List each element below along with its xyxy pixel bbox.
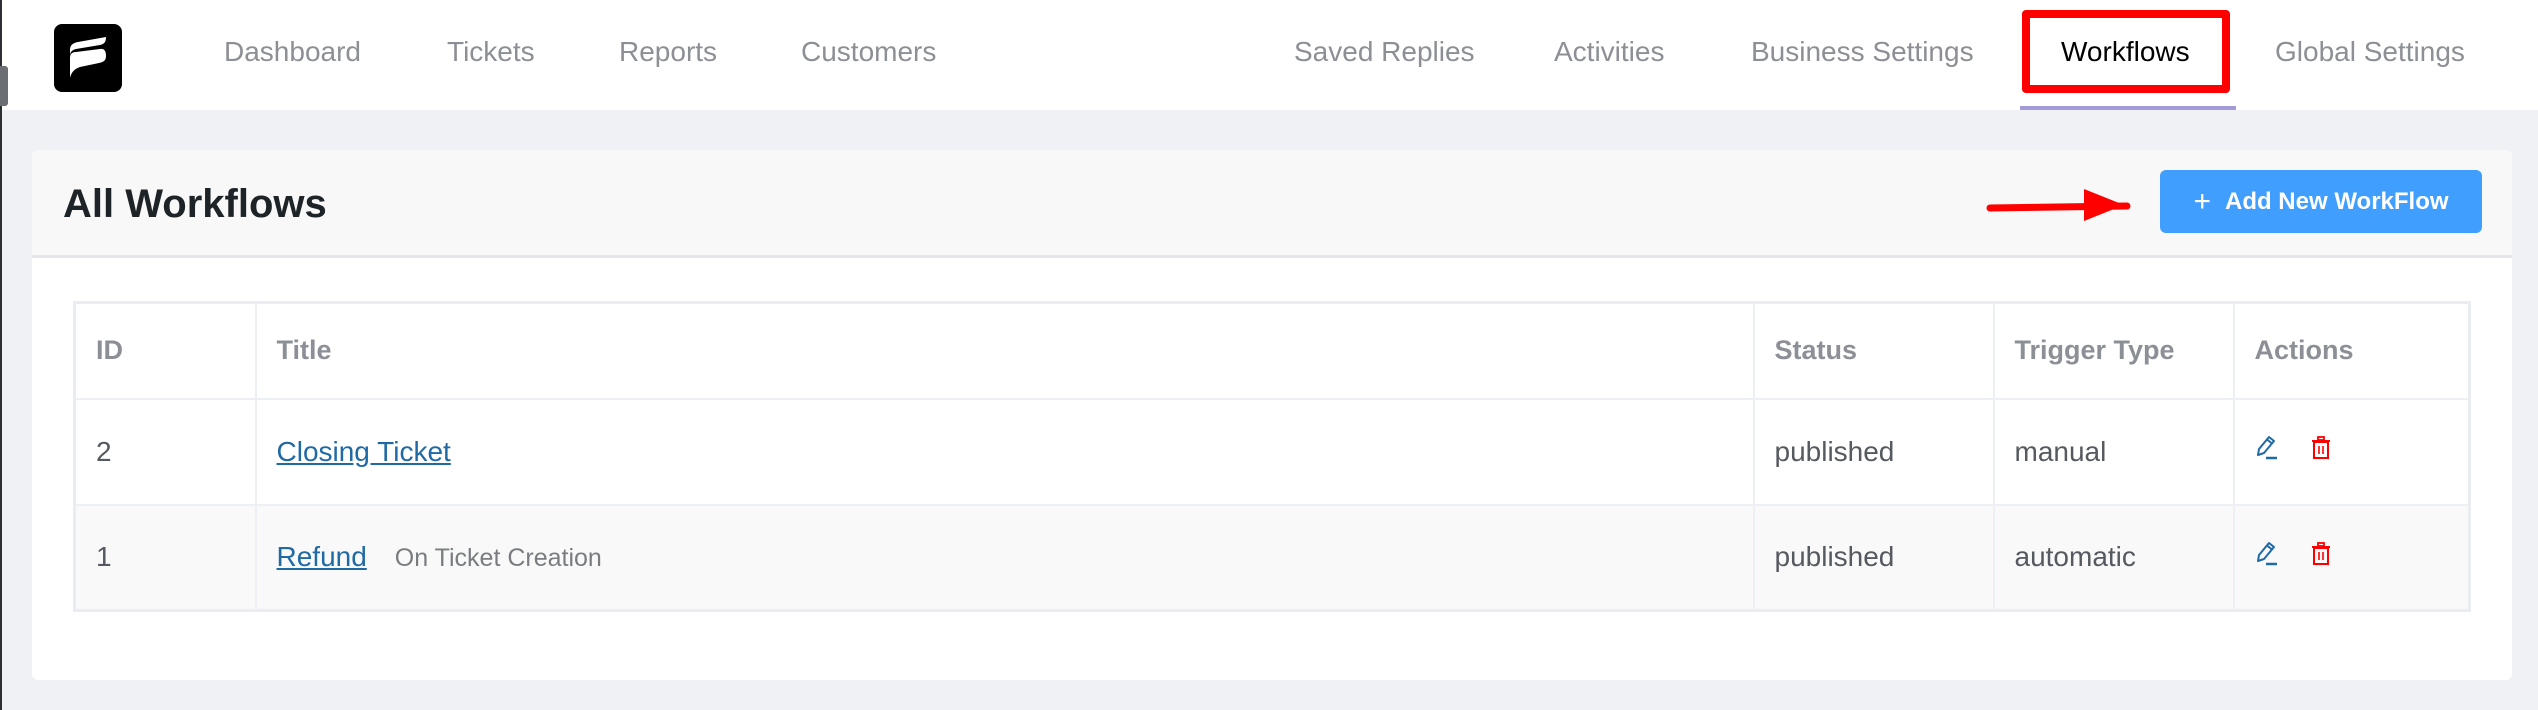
delete-icon [2311,436,2330,459]
logo-icon [70,37,106,78]
nav-customers[interactable]: Customers [801,30,936,74]
add-new-workflow-button[interactable]: + Add New WorkFlow [2160,170,2482,233]
cell-id: 1 [73,503,257,612]
cell-actions [2232,397,2471,506]
workflows-card: All Workflows + Add New WorkFlow ID Titl… [32,150,2512,680]
nav-workflows[interactable]: Workflows [2061,30,2190,74]
nav-activities[interactable]: Activities [1554,30,1664,74]
annotation-arrow-icon [1986,189,2131,221]
workflows-table: ID Title Status Trigger Type Actions 2 C… [73,301,2471,612]
card-header: All Workflows + Add New WorkFlow [32,150,2512,258]
add-new-workflow-label: Add New WorkFlow [2224,187,2449,215]
cell-title: Refund On Ticket Creation [254,503,1755,612]
delete-icon [2311,541,2330,565]
nav-dashboard[interactable]: Dashboard [224,30,361,74]
nav-tickets[interactable]: Tickets [447,30,535,74]
column-header-status: Status [1752,301,1995,400]
cell-trigger-type: manual [1992,397,2235,506]
nav-reports[interactable]: Reports [619,30,717,74]
column-header-title: Title [254,301,1755,400]
nav-business-settings[interactable]: Business Settings [1751,30,1974,74]
edit-button[interactable] [2255,541,2279,567]
active-tab-indicator [2020,106,2236,110]
workflow-title-link[interactable]: Closing Ticket [277,436,451,467]
delete-button[interactable] [2311,541,2331,566]
workflow-trigger-description: On Ticket Creation [394,544,602,573]
cell-trigger-type: automatic [1992,503,2235,612]
window-edge [0,0,2,710]
cell-title: Closing Ticket [254,397,1755,506]
workflow-title-link[interactable]: Refund [277,541,367,572]
table-row: 2 Closing Ticket published manual [73,397,2471,506]
cell-status: published [1752,503,1995,612]
sidebar-toggle-handle[interactable] [0,66,8,106]
app-logo[interactable] [54,24,122,92]
top-navigation: Dashboard Tickets Reports Customers Save… [0,0,2538,110]
column-header-trigger-type: Trigger Type [1992,301,2235,400]
cell-status: published [1752,397,1995,506]
table-header-row: ID Title Status Trigger Type Actions [73,301,2471,400]
page-title: All Workflows [63,182,327,226]
cell-id: 2 [73,397,257,506]
edit-icon [2256,541,2277,565]
table-row: 1 Refund On Ticket Creation published aut… [73,503,2471,612]
delete-button[interactable] [2311,436,2331,460]
nav-saved-replies[interactable]: Saved Replies [1294,30,1475,74]
column-header-actions: Actions [2232,301,2471,400]
cell-actions [2232,503,2471,612]
column-header-id: ID [73,301,257,400]
edit-button[interactable] [2255,435,2279,461]
nav-global-settings[interactable]: Global Settings [2275,30,2465,74]
plus-icon: + [2193,184,2211,218]
edit-icon [2256,436,2277,460]
